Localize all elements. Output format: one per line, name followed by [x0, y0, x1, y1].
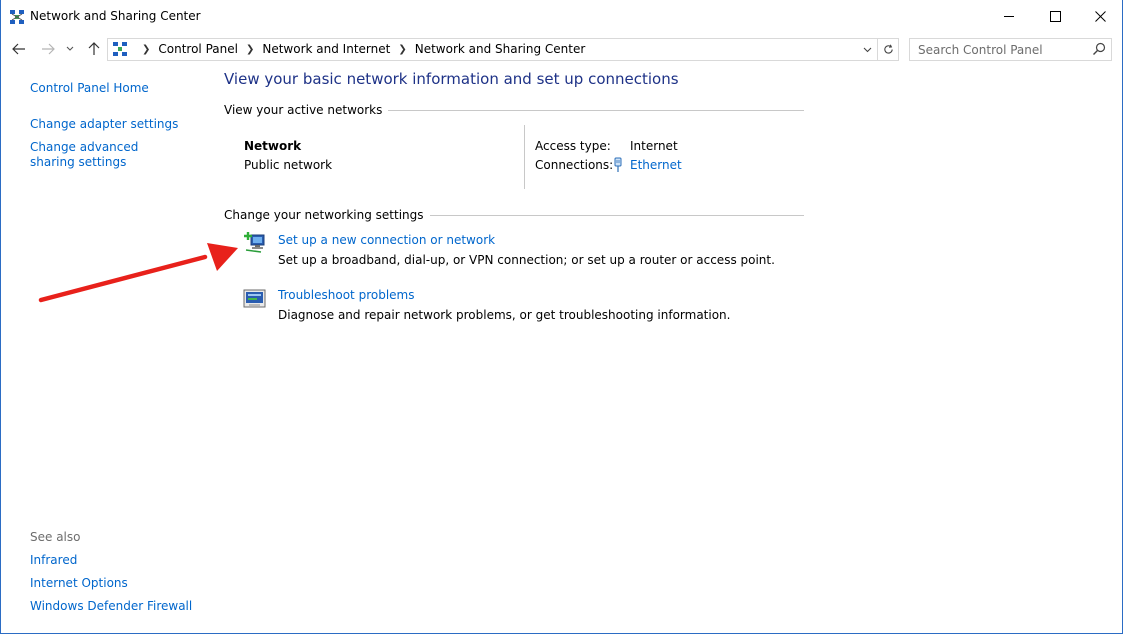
minimize-button[interactable]: [986, 0, 1032, 32]
search-input[interactable]: [910, 39, 1088, 60]
forward-button[interactable]: [38, 40, 58, 58]
sidebar-control-panel-home[interactable]: Control Panel Home: [30, 81, 149, 95]
network-category: Public network: [244, 158, 333, 172]
new-connection-icon[interactable]: [243, 232, 267, 254]
access-type-value: Internet: [630, 139, 678, 153]
page-title: View your basic network information and …: [224, 70, 679, 88]
breadcrumb-network-and-internet[interactable]: Network and Internet: [262, 42, 390, 56]
address-dropdown-button[interactable]: [858, 39, 876, 60]
title-bar: Network and Sharing Center: [1, 0, 1122, 33]
network-name: Network: [244, 139, 302, 153]
minimize-icon: [1003, 15, 1014, 17]
back-button[interactable]: [9, 40, 29, 58]
chevron-down-icon: [66, 46, 74, 51]
networking-settings-section: Change your networking settings: [224, 208, 804, 222]
breadcrumb-network-and-sharing-center[interactable]: Network and Sharing Center: [415, 42, 586, 56]
networking-settings-title: Change your networking settings: [224, 208, 424, 222]
section-divider: [388, 109, 804, 111]
back-arrow-icon: [12, 43, 25, 55]
address-bar[interactable]: ❯ Control Panel ❯ Network and Internet ❯…: [107, 38, 899, 61]
active-networks-title: View your active networks: [224, 103, 383, 117]
window: Network and Sharing Center ❯ Control Pan…: [0, 0, 1123, 634]
window-title: Network and Sharing Center: [30, 9, 201, 23]
network-center-icon: [10, 10, 24, 24]
see-also-infrared[interactable]: Infrared: [30, 553, 77, 567]
setup-new-connection-link[interactable]: Set up a new connection or network: [278, 233, 495, 247]
maximize-button[interactable]: [1032, 0, 1078, 32]
refresh-button[interactable]: [877, 39, 898, 60]
see-also-windows-defender-firewall[interactable]: Windows Defender Firewall: [30, 599, 192, 613]
ethernet-connection-link[interactable]: Ethernet: [630, 158, 682, 172]
see-also-internet-options[interactable]: Internet Options: [30, 576, 128, 590]
breadcrumb-separator-icon[interactable]: ❯: [398, 44, 406, 55]
section-divider: [429, 214, 804, 216]
access-type-label: Access type:: [535, 139, 611, 153]
setup-new-connection-description: Set up a broadband, dial-up, or VPN conn…: [278, 253, 775, 267]
breadcrumb-separator-icon[interactable]: ❯: [246, 44, 254, 55]
navigation-bar: ❯ Control Panel ❯ Network and Internet ❯…: [1, 36, 1122, 62]
close-button[interactable]: [1077, 0, 1123, 32]
troubleshoot-problems-description: Diagnose and repair network problems, or…: [278, 308, 731, 322]
breadcrumb-separator-icon[interactable]: ❯: [142, 44, 150, 55]
search-icon[interactable]: [1092, 42, 1106, 56]
network-divider: [524, 125, 525, 189]
chevron-down-icon: [863, 47, 871, 52]
active-networks-section: View your active networks: [224, 103, 804, 117]
network-center-icon: [113, 42, 127, 56]
connections-label: Connections:: [535, 158, 614, 172]
maximize-icon: [1049, 10, 1061, 22]
forward-arrow-icon: [42, 43, 55, 55]
up-arrow-icon: [88, 42, 100, 55]
up-button[interactable]: [84, 40, 104, 58]
refresh-icon: [883, 44, 893, 54]
breadcrumb-control-panel[interactable]: Control Panel: [158, 42, 238, 56]
see-also-title: See also: [30, 530, 81, 544]
sidebar-change-advanced-sharing-settings[interactable]: Change advanced sharing settings: [30, 140, 180, 170]
breadcrumb: ❯ Control Panel ❯ Network and Internet ❯…: [134, 42, 585, 56]
sidebar-change-adapter-settings[interactable]: Change adapter settings: [30, 117, 178, 131]
recent-locations-button[interactable]: [63, 40, 77, 58]
ethernet-icon: [614, 157, 622, 172]
troubleshoot-icon[interactable]: [243, 288, 267, 310]
search-box[interactable]: [909, 38, 1112, 61]
close-icon: [1094, 10, 1106, 22]
troubleshoot-problems-link[interactable]: Troubleshoot problems: [278, 288, 414, 302]
